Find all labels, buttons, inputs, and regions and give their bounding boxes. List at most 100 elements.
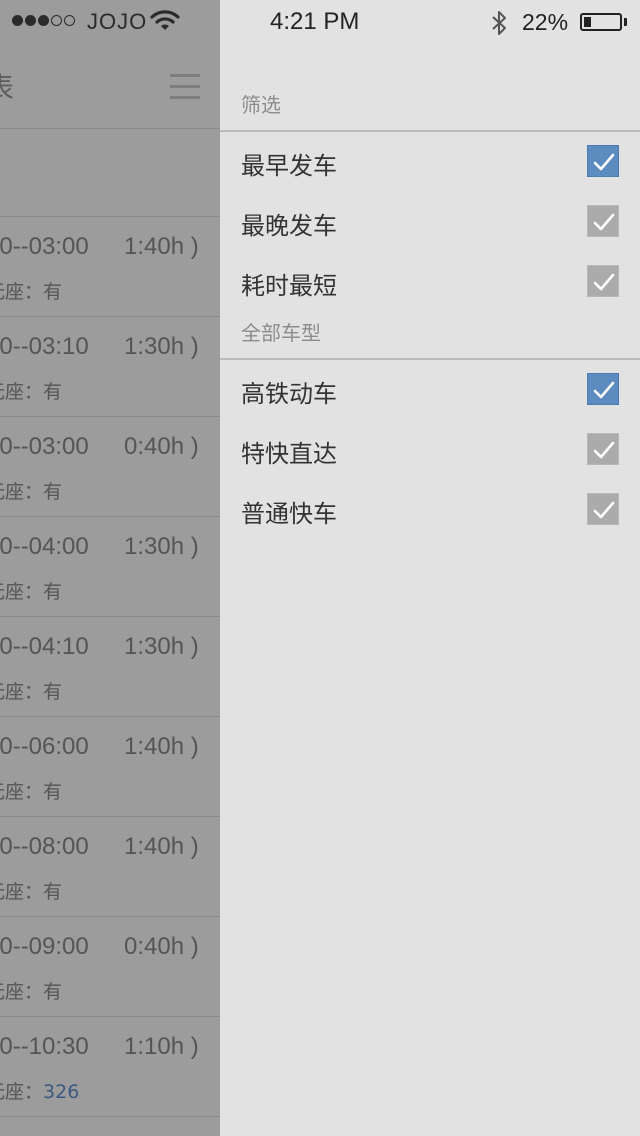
train-row[interactable]: 20--08:00 1:40h ) 无座：有 — [0, 817, 220, 917]
seat-label: 无座： — [0, 881, 44, 903]
train-time-range: 20--08:00 — [0, 833, 89, 860]
train-list: 20--03:001:40h )无座：有40--03:101:30h )无座：有… — [0, 217, 220, 1117]
train-type-option-label: 高铁动车 — [241, 380, 337, 408]
train-row[interactable]: 40--04:10 1:30h ) 无座：有 — [0, 617, 220, 717]
signal-strength-icon — [12, 15, 75, 26]
train-type-option[interactable]: 普通快车 — [220, 480, 640, 540]
train-time-range: 30--04:00 — [0, 533, 89, 560]
checkmark-icon — [593, 213, 615, 231]
seat-info: 无座：有 — [0, 777, 62, 804]
seat-label: 无座： — [0, 1081, 44, 1103]
train-type-option-label: 普通快车 — [241, 500, 337, 528]
train-row[interactable]: 20--03:00 0:40h ) 无座：有 — [0, 417, 220, 517]
signal-dot — [12, 15, 23, 26]
checkbox[interactable] — [587, 265, 619, 297]
train-row[interactable]: 30--04:00 1:30h ) 无座：有 — [0, 517, 220, 617]
train-time-range: 20--03:00 — [0, 433, 89, 460]
train-time-range: 20--06:00 — [0, 733, 89, 760]
sort-option[interactable]: 最晚发车 — [220, 192, 640, 252]
sort-option[interactable]: 最早发车 — [220, 132, 640, 192]
bluetooth-icon — [492, 11, 506, 35]
train-time-range: 20--09:00 — [0, 933, 89, 960]
train-list-header: 表 — [0, 44, 220, 129]
train-type-options: 高铁动车特快直达普通快车 — [220, 360, 640, 540]
carrier-name: JOJO — [87, 9, 148, 34]
seat-value: 有 — [43, 781, 63, 803]
seat-label: 无座： — [0, 981, 44, 1003]
seat-value: 有 — [43, 381, 63, 403]
seat-label: 无座： — [0, 481, 44, 503]
page-title: 表 — [0, 71, 15, 104]
train-row[interactable]: 40--03:10 1:30h ) 无座：有 — [0, 317, 220, 417]
seat-label: 无座： — [0, 281, 44, 303]
train-time-range: 40--04:10 — [0, 633, 89, 660]
train-list-panel[interactable]: 表 20--03:001:40h )无座：有40--03:101:30h )无座… — [0, 44, 220, 1136]
seat-info: 无座：有 — [0, 277, 62, 304]
signal-dot — [25, 15, 36, 26]
checkmark-icon — [593, 501, 615, 519]
checkbox[interactable] — [587, 205, 619, 237]
sort-option-label: 最晚发车 — [241, 212, 337, 240]
seat-label: 无座： — [0, 781, 44, 803]
seat-info: 无座：有 — [0, 877, 62, 904]
train-list-subheader — [0, 129, 220, 217]
seat-info: 无座：有 — [0, 577, 62, 604]
seat-value: 有 — [43, 881, 63, 903]
seat-value: 有 — [43, 681, 63, 703]
seat-value: 有 — [43, 981, 63, 1003]
checkbox[interactable] — [587, 145, 619, 177]
sort-option[interactable]: 耗时最短 — [220, 252, 640, 312]
train-type-option[interactable]: 高铁动车 — [220, 360, 640, 420]
signal-dot — [64, 15, 75, 26]
wifi-icon — [150, 10, 180, 30]
checkbox[interactable] — [587, 433, 619, 465]
train-type-section-header: 全部车型 — [220, 312, 640, 360]
seat-info: 无座：有 — [0, 377, 62, 404]
battery-level — [584, 17, 591, 27]
train-time-range: 40--03:10 — [0, 333, 89, 360]
checkmark-icon — [593, 153, 615, 171]
sort-option-label: 耗时最短 — [241, 272, 337, 300]
signal-dot — [51, 15, 62, 26]
seat-value: 有 — [43, 281, 63, 303]
filter-drawer: 筛选 最早发车最晚发车耗时最短 全部车型 高铁动车特快直达普通快车 — [220, 44, 640, 1136]
sort-section-header: 筛选 — [220, 44, 640, 132]
seat-info: 无座：有 — [0, 477, 62, 504]
train-duration: 0:40h ) — [124, 433, 199, 460]
seat-info: 无座：有 — [0, 977, 62, 1004]
train-time-range: 20--10:30 — [0, 1033, 89, 1060]
sort-options: 最早发车最晚发车耗时最短 — [220, 132, 640, 312]
sort-section-title: 筛选 — [241, 93, 281, 117]
signal-dot — [38, 15, 49, 26]
status-bar: JOJO 4:21 PM 22% — [0, 0, 640, 44]
train-time-range: 20--03:00 — [0, 233, 89, 260]
seat-label: 无座： — [0, 381, 44, 403]
train-type-option[interactable]: 特快直达 — [220, 420, 640, 480]
checkmark-icon — [593, 381, 615, 399]
seat-info: 无座：有 — [0, 677, 62, 704]
sort-option-label: 最早发车 — [241, 152, 337, 180]
train-duration: 1:40h ) — [124, 233, 199, 260]
checkmark-icon — [593, 273, 615, 291]
seat-value: 有 — [43, 481, 63, 503]
train-duration: 1:40h ) — [124, 733, 199, 760]
train-type-option-label: 特快直达 — [241, 440, 337, 468]
seat-value: 326 — [43, 1081, 80, 1103]
checkmark-icon — [593, 441, 615, 459]
seat-label: 无座： — [0, 681, 44, 703]
train-row[interactable]: 20--10:30 1:10h ) 无座：326 — [0, 1017, 220, 1117]
train-row[interactable]: 20--06:00 1:40h ) 无座：有 — [0, 717, 220, 817]
train-duration: 1:30h ) — [124, 633, 199, 660]
train-duration: 1:40h ) — [124, 833, 199, 860]
battery-icon — [580, 13, 622, 31]
train-row[interactable]: 20--03:00 1:40h ) 无座：有 — [0, 217, 220, 317]
train-duration: 1:10h ) — [124, 1033, 199, 1060]
battery-percent: 22% — [522, 9, 569, 35]
seat-info: 无座：326 — [0, 1077, 79, 1104]
menu-icon[interactable] — [170, 74, 200, 107]
train-duration: 1:30h ) — [124, 533, 199, 560]
checkbox[interactable] — [587, 493, 619, 525]
train-duration: 0:40h ) — [124, 933, 199, 960]
train-row[interactable]: 20--09:00 0:40h ) 无座：有 — [0, 917, 220, 1017]
checkbox[interactable] — [587, 373, 619, 405]
